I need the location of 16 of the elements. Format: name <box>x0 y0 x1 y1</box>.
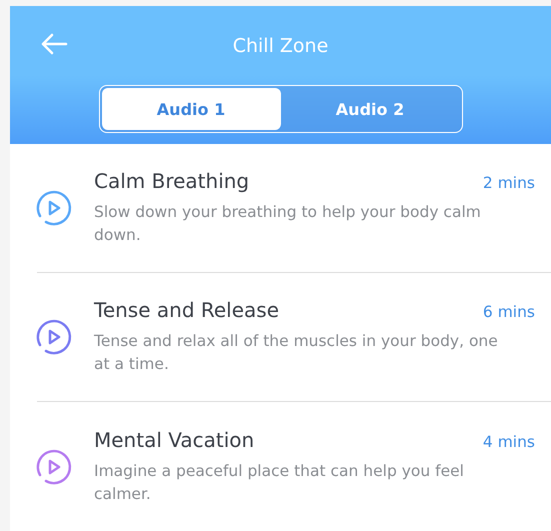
back-arrow-icon[interactable] <box>40 33 68 55</box>
play-icon[interactable] <box>34 448 72 486</box>
track-description: Slow down your breathing to help your body calm down. <box>94 202 482 246</box>
track-duration: 4 mins <box>482 432 535 450</box>
track-duration: 2 mins <box>482 174 535 192</box>
audio-tab[interactable]: Audio 1 <box>102 88 280 130</box>
audio-tab[interactable]: Audio 2 <box>280 88 460 130</box>
play-icon[interactable] <box>34 318 72 356</box>
track-description: Imagine a peaceful place that can help you feel calmer. <box>94 460 465 504</box>
track-duration: 6 mins <box>482 303 535 321</box>
track-title: Tense and Release <box>94 298 280 322</box>
track-title: Mental Vacation <box>94 428 254 452</box>
play-icon[interactable] <box>34 189 72 227</box>
track-title: Calm Breathing <box>94 169 250 193</box>
track-description: Tense and relax all of the muscles in your body, one at a time. <box>94 331 499 375</box>
screen-title: Chill Zone <box>232 34 328 59</box>
